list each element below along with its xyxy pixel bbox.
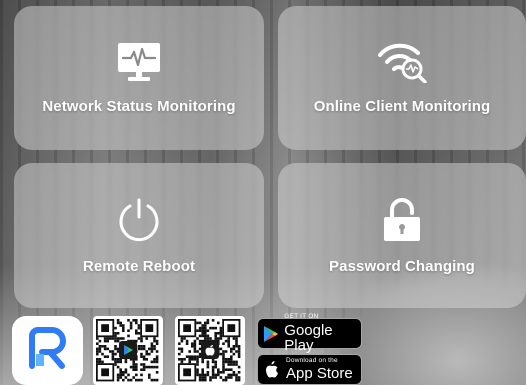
badge-store-name: Google Play [284, 321, 333, 354]
app-logo [12, 316, 83, 385]
apple-icon [201, 341, 219, 359]
app-logo-icon [26, 326, 70, 375]
apple-icon [258, 360, 286, 379]
badge-small-text: GET IT ON [284, 313, 319, 321]
google-play-badge[interactable]: GET IT ON Google Play [257, 314, 362, 353]
padlock-icon [381, 197, 423, 248]
badge-store-name: App Store [286, 365, 353, 383]
google-play-icon [119, 341, 137, 359]
feature-tile-password-changing: Password Changing [278, 163, 526, 308]
power-icon [116, 197, 162, 248]
wifi-search-icon [376, 41, 428, 88]
app-store-badge[interactable]: Download on the App Store [257, 354, 362, 385]
tile-label: Remote Reboot [82, 257, 196, 275]
tile-label: Online Client Monitoring [313, 98, 491, 115]
tile-label: Network Status Monitoring [42, 98, 236, 115]
badge-small-text: Download on the [286, 356, 338, 364]
monitor-heartbeat-icon [116, 41, 162, 88]
tile-label: Password Changing [329, 257, 475, 275]
feature-tile-network-status: Network Status Monitoring [14, 6, 264, 150]
feature-tile-remote-reboot: Remote Reboot [14, 163, 264, 308]
google-play-qr-code [93, 316, 163, 385]
app-store-qr-code [175, 316, 245, 385]
feature-tile-online-client: Online Client Monitoring [278, 6, 526, 150]
google-play-icon [258, 325, 284, 343]
